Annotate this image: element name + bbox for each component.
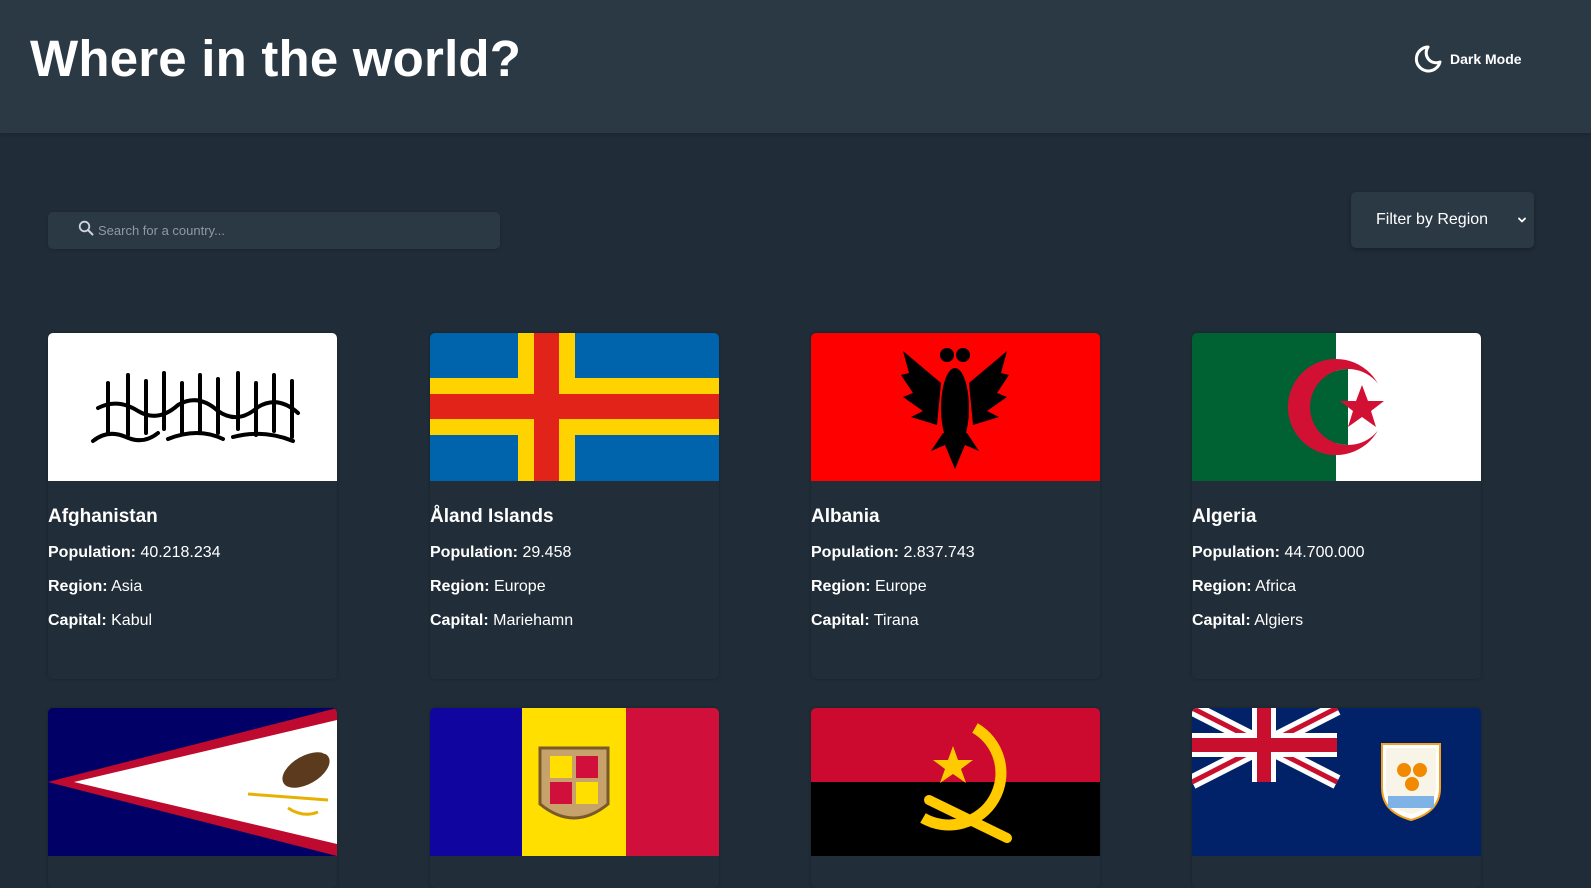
search-icon: [78, 220, 94, 241]
search-box[interactable]: [48, 212, 500, 249]
region-filter-dropdown[interactable]: Filter by Region: [1351, 192, 1534, 248]
andorra-flag: [430, 708, 719, 856]
capital-stat: Capital: Tirana: [811, 612, 919, 629]
region-stat: Region: Africa: [1192, 578, 1297, 595]
country-name: Afghanistan: [48, 506, 158, 527]
anguilla-flag: [1192, 708, 1481, 856]
country-card-angola[interactable]: [811, 708, 1100, 888]
chevron-down-icon: [1516, 213, 1528, 231]
region-stat: Region: Europe: [430, 578, 546, 595]
aland-islands-flag: [430, 333, 719, 481]
country-card-american-samoa[interactable]: [48, 708, 337, 888]
american-samoa-flag: [48, 708, 337, 856]
filter-label: Filter by Region: [1376, 211, 1489, 228]
moon-icon: [1414, 45, 1442, 73]
population-stat: Population: 40.218.234: [48, 544, 221, 561]
dark-mode-label: Dark Mode: [1450, 51, 1522, 67]
region-stat: Region: Asia: [48, 578, 143, 595]
capital-stat: Capital: Mariehamn: [430, 612, 574, 629]
country-card-afghanistan[interactable]: Afghanistan Population: 40.218.234 Regio…: [48, 333, 337, 679]
afghanistan-flag: [48, 333, 337, 481]
country-name: Algeria: [1192, 506, 1257, 527]
country-name: Albania: [811, 506, 880, 527]
capital-stat: Capital: Algiers: [1192, 612, 1304, 629]
albania-flag: [811, 333, 1100, 481]
country-card-albania[interactable]: Albania Population: 2.837.743 Region: Eu…: [811, 333, 1100, 679]
population-stat: Population: 29.458: [430, 544, 572, 561]
app-header: Where in the world? Dark Mode: [0, 0, 1591, 133]
country-name: Åland Islands: [430, 506, 554, 527]
country-card-aland-islands[interactable]: Åland Islands Population: 29.458 Region:…: [430, 333, 719, 679]
population-stat: Population: 44.700.000: [1192, 544, 1365, 561]
app-title: Where in the world?: [30, 30, 522, 87]
country-card-andorra[interactable]: [430, 708, 719, 888]
capital-stat: Capital: Kabul: [48, 612, 153, 629]
dark-mode-toggle[interactable]: Dark Mode: [1414, 44, 1522, 74]
country-card-algeria[interactable]: Algeria Population: 44.700.000 Region: A…: [1192, 333, 1481, 679]
country-card-anguilla[interactable]: [1192, 708, 1481, 888]
population-stat: Population: 2.837.743: [811, 544, 975, 561]
region-stat: Region: Europe: [811, 578, 927, 595]
search-input[interactable]: [98, 223, 478, 238]
angola-flag: [811, 708, 1100, 856]
algeria-flag: [1192, 333, 1481, 481]
